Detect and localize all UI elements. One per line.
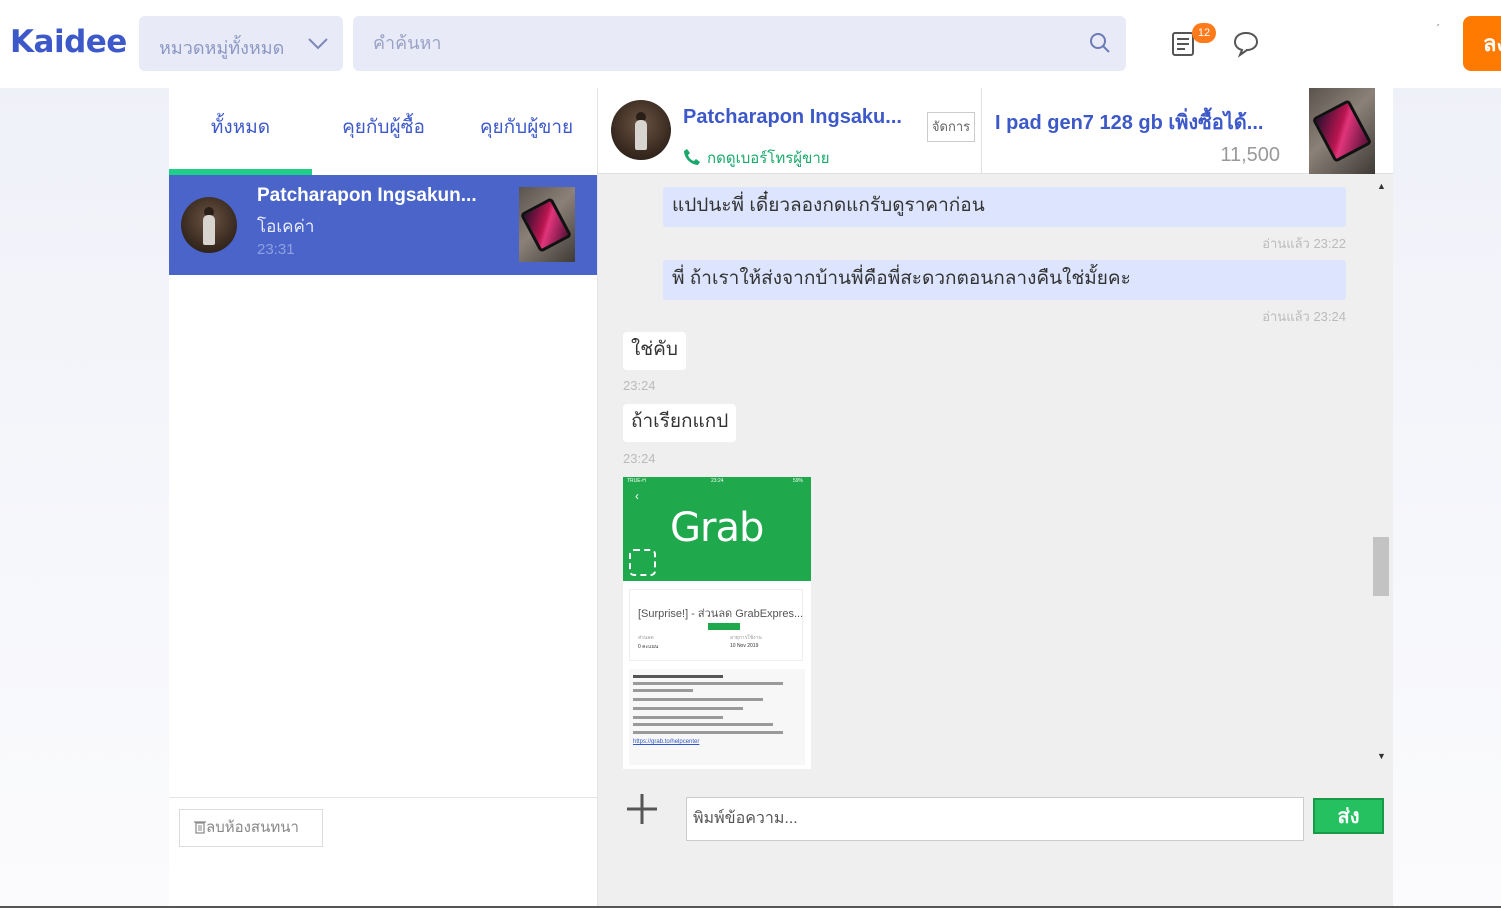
message-scrollbar[interactable]: ▲ ▼ <box>1372 175 1390 775</box>
top-header: Kaidee หมวดหมู่ทั้งหมด 12 ˊ ลง <box>0 0 1501 88</box>
voucher-details: https://grab.to/helpcenter <box>629 669 805 765</box>
conversation-last-message: โอเคค่า <box>257 217 315 236</box>
category-select-label: หมวดหมู่ทั้งหมด <box>159 38 285 58</box>
search-icon[interactable] <box>1088 31 1112 55</box>
tab-sellers[interactable]: คุยกับผู้ขาย <box>455 88 598 175</box>
voucher-left-value: 0 คะแนน <box>638 644 659 650</box>
kaidee-logo[interactable]: Kaidee <box>10 24 127 60</box>
chat-header: Patcharapon Ingsaku... กดดูเบอร์โทรผู้ขา… <box>598 88 1393 174</box>
message-read-status: อ่านแล้ว 23:24 <box>1262 309 1346 324</box>
voucher-icon <box>629 549 656 576</box>
voucher-right-value: 10 Nov 2019 <box>730 643 759 649</box>
listing-thumbnail <box>519 187 575 262</box>
status-time: 23:24 <box>711 478 724 484</box>
manage-button[interactable]: จัดการ <box>927 112 975 142</box>
scrollbar-thumb[interactable] <box>1373 537 1389 596</box>
tab-all[interactable]: ทั้งหมด <box>169 88 312 175</box>
incoming-message: ถ้าเรียกแกป <box>623 404 737 442</box>
avatar <box>181 197 237 253</box>
scroll-up-arrow-icon[interactable]: ▲ <box>1377 181 1386 191</box>
header-divider <box>981 88 982 174</box>
phone-icon <box>684 149 700 165</box>
search-bar <box>353 16 1126 71</box>
tick-mark: ˊ <box>1436 22 1440 36</box>
message-list: แปปนะพี่ เดี๋ยวลองกดแกรับดูราคาก่อน อ่าน… <box>598 175 1393 775</box>
show-phone-link[interactable]: กดดูเบอร์โทรผู้ขาย <box>683 146 830 170</box>
scroll-down-arrow-icon[interactable]: ▼ <box>1377 751 1386 761</box>
contact-name[interactable]: Patcharapon Ingsaku... <box>683 106 902 129</box>
help-center-link: https://grab.to/helpcenter <box>633 739 700 745</box>
conversation-list-panel: ทั้งหมด คุยกับผู้ซื้อ คุยกับผู้ขาย Patch… <box>169 88 598 908</box>
notification-badge: 12 <box>1192 23 1216 43</box>
plus-icon[interactable] <box>624 791 660 827</box>
phone-status-bar: TRUE-H 23:24 59% <box>627 478 807 484</box>
chat-bubble-icon[interactable] <box>1231 28 1261 58</box>
delete-conversation-label: ลบห้องสนทนา <box>206 819 299 836</box>
trash-icon <box>194 821 206 834</box>
message-composer: ส่ง <box>598 785 1393 855</box>
chevron-down-icon <box>308 38 328 50</box>
voucher-right-label: อายุการใช้งาน <box>730 635 762 641</box>
message-time: 23:24 <box>623 451 656 466</box>
voucher-card: [Surprise!] - ส่วนลด GrabExpres... ส่วนล… <box>629 589 803 661</box>
listing-title[interactable]: I pad gen7 128 gb เพิ่งซื้อได้... <box>995 106 1263 138</box>
status-battery: 59% <box>792 478 803 484</box>
outgoing-message: แปปนะพี่ เดี๋ยวลองกดแกรับดูราคาก่อน <box>663 187 1346 227</box>
listing-thumbnail[interactable] <box>1309 88 1375 174</box>
image-message[interactable]: TRUE-H 23:24 59% ‹ Grab [Surprise!] - ส่… <box>623 477 811 769</box>
incoming-message: ใช่คับ <box>623 332 686 370</box>
message-input[interactable] <box>686 797 1304 841</box>
conversation-time: 23:31 <box>257 241 295 258</box>
status-carrier: TRUE-H <box>627 478 646 484</box>
grab-logo: Grab <box>670 505 764 551</box>
voucher-tag <box>708 623 740 630</box>
voucher-title: [Surprise!] - ส่วนลด GrabExpres... <box>638 608 804 620</box>
conversation-list-footer: ลบห้องสนทนา <box>169 797 597 908</box>
show-phone-label: กดดูเบอร์โทรผู้ขาย <box>707 150 830 167</box>
message-time: 23:24 <box>623 378 656 393</box>
outgoing-message: พี่ ถ้าเราให้ส่งจากบ้านพี่คือพี่สะดวกตอน… <box>663 260 1346 300</box>
contact-avatar <box>611 100 671 160</box>
sell-button[interactable]: ลง <box>1463 16 1501 71</box>
tab-buyers[interactable]: คุยกับผู้ซื้อ <box>312 88 455 175</box>
chat-panel: Patcharapon Ingsaku... กดดูเบอร์โทรผู้ขา… <box>598 88 1393 908</box>
message-read-status: อ่านแล้ว 23:22 <box>1262 236 1346 251</box>
conversation-item[interactable]: Patcharapon Ingsakun... โอเคค่า 23:31 <box>169 175 597 275</box>
search-input[interactable] <box>353 16 1073 71</box>
conversation-name: Patcharapon Ingsakun... <box>257 185 477 206</box>
send-button[interactable]: ส่ง <box>1313 798 1384 834</box>
back-chevron-icon: ‹ <box>635 489 639 503</box>
listing-price: 11,500 <box>1220 144 1280 166</box>
grab-banner: TRUE-H 23:24 59% ‹ Grab <box>623 477 811 581</box>
delete-conversation-button[interactable]: ลบห้องสนทนา <box>179 809 323 847</box>
voucher-left-label: ส่วนลด <box>638 635 654 641</box>
category-select[interactable]: หมวดหมู่ทั้งหมด <box>139 16 343 71</box>
